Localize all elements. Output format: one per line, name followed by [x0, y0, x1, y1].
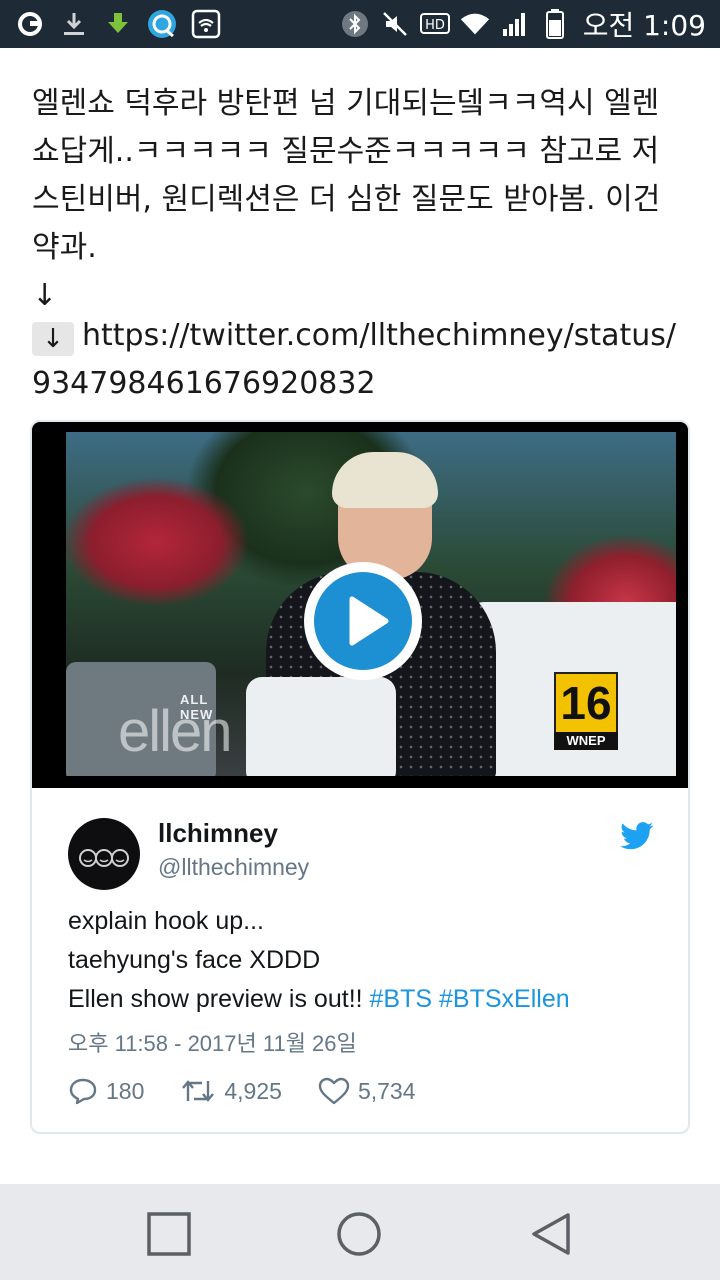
show-logo-word: ellen	[118, 699, 233, 764]
tweet-text-fragment: Ellen show preview is out!!	[68, 985, 370, 1013]
retweet-button[interactable]: 4,925	[180, 1077, 282, 1105]
station-number: 16	[560, 677, 612, 729]
clock: 오전 1:09	[582, 9, 706, 42]
hashtag-link[interactable]: #BTSxEllen	[439, 985, 570, 1013]
wifi-box-icon	[190, 8, 222, 40]
post-text-line: 약과.	[32, 230, 97, 265]
battery-icon	[539, 8, 571, 40]
tweet-actions: 180 4,925 5,734	[68, 1074, 416, 1108]
hashtag-link[interactable]: #BTS	[370, 985, 433, 1013]
recent-apps-button[interactable]	[145, 1210, 193, 1258]
tweet-text: explain hook up... taehyung's face XDDD …	[68, 902, 658, 1019]
retweet-icon	[182, 1080, 215, 1102]
display-name[interactable]: llchimney	[158, 818, 278, 849]
mute-icon	[379, 8, 411, 40]
twitter-bird-icon[interactable]	[620, 822, 654, 850]
like-button[interactable]: 5,734	[318, 1077, 416, 1105]
tweet-text-line: taehyung's face XDDD	[68, 946, 321, 974]
tweet-text-line: Ellen show preview is out!! #BTS #BTSxEl…	[68, 980, 658, 1019]
station-call-sign: WNEP	[554, 732, 618, 750]
download-icon	[58, 8, 90, 40]
circle-icon	[337, 1212, 381, 1256]
down-arrow-emoji-icon: ↓	[32, 322, 74, 356]
square-icon	[147, 1212, 191, 1256]
post-text-line: 쇼답게..ㅋㅋㅋㅋㅋ 질문수준ㅋㅋㅋㅋㅋ 참고로 저	[32, 134, 660, 169]
post-body: 엘렌쇼 덕후라 방탄편 넘 기대되는뎈ㅋㅋ역시 엘렌 쇼답게..ㅋㅋㅋㅋㅋ 질문…	[32, 80, 692, 320]
user-handle[interactable]: @llthechimney	[158, 854, 309, 881]
app-g-icon	[14, 8, 46, 40]
video-player[interactable]: ALL NEW ellen 16 WNEP	[32, 422, 688, 788]
post-text-line: 스틴비버, 원디렉션은 더 심한 질문도 받아봄. 이건	[32, 182, 661, 217]
bluetooth-icon	[339, 8, 371, 40]
browser-icon	[146, 8, 178, 40]
like-count: 5,734	[357, 1077, 416, 1104]
play-icon	[314, 572, 412, 670]
reply-count: 180	[106, 1077, 145, 1104]
signal-icon	[499, 8, 531, 40]
station-logo: 16 WNEP	[554, 672, 618, 750]
embedded-tweet-card[interactable]: ALL NEW ellen 16 WNEP llchimney @llthech…	[30, 420, 690, 1134]
svg-text:HD: HD	[425, 18, 445, 33]
tweet-text-line: explain hook up...	[68, 907, 264, 935]
hd-icon: HD	[419, 8, 451, 40]
download-green-icon	[102, 8, 134, 40]
back-triangle-icon	[532, 1213, 570, 1255]
navigation-bar	[0, 1184, 720, 1280]
home-button[interactable]	[335, 1210, 383, 1258]
tweet-timestamp[interactable]: 오후 11:58 - 2017년 11월 26일	[68, 1026, 357, 1058]
reply-button[interactable]: 180	[68, 1077, 144, 1105]
status-bar: HD 오전 1:09	[0, 0, 720, 48]
reply-icon	[69, 1078, 97, 1105]
back-button[interactable]	[527, 1210, 575, 1258]
retweet-count: 4,925	[224, 1077, 282, 1104]
wifi-icon	[459, 8, 491, 40]
tweet-link[interactable]: https://twitter.com/llthechimney/status/…	[32, 318, 676, 401]
play-button[interactable]	[304, 562, 422, 680]
post-link-row: ↓ https://twitter.com/llthechimney/status…	[32, 312, 692, 408]
avatar[interactable]	[68, 818, 140, 890]
heart-icon	[318, 1077, 350, 1105]
post-text-line: 엘렌쇼 덕후라 방탄편 넘 기대되는뎈ㅋㅋ역시 엘렌	[32, 86, 660, 121]
